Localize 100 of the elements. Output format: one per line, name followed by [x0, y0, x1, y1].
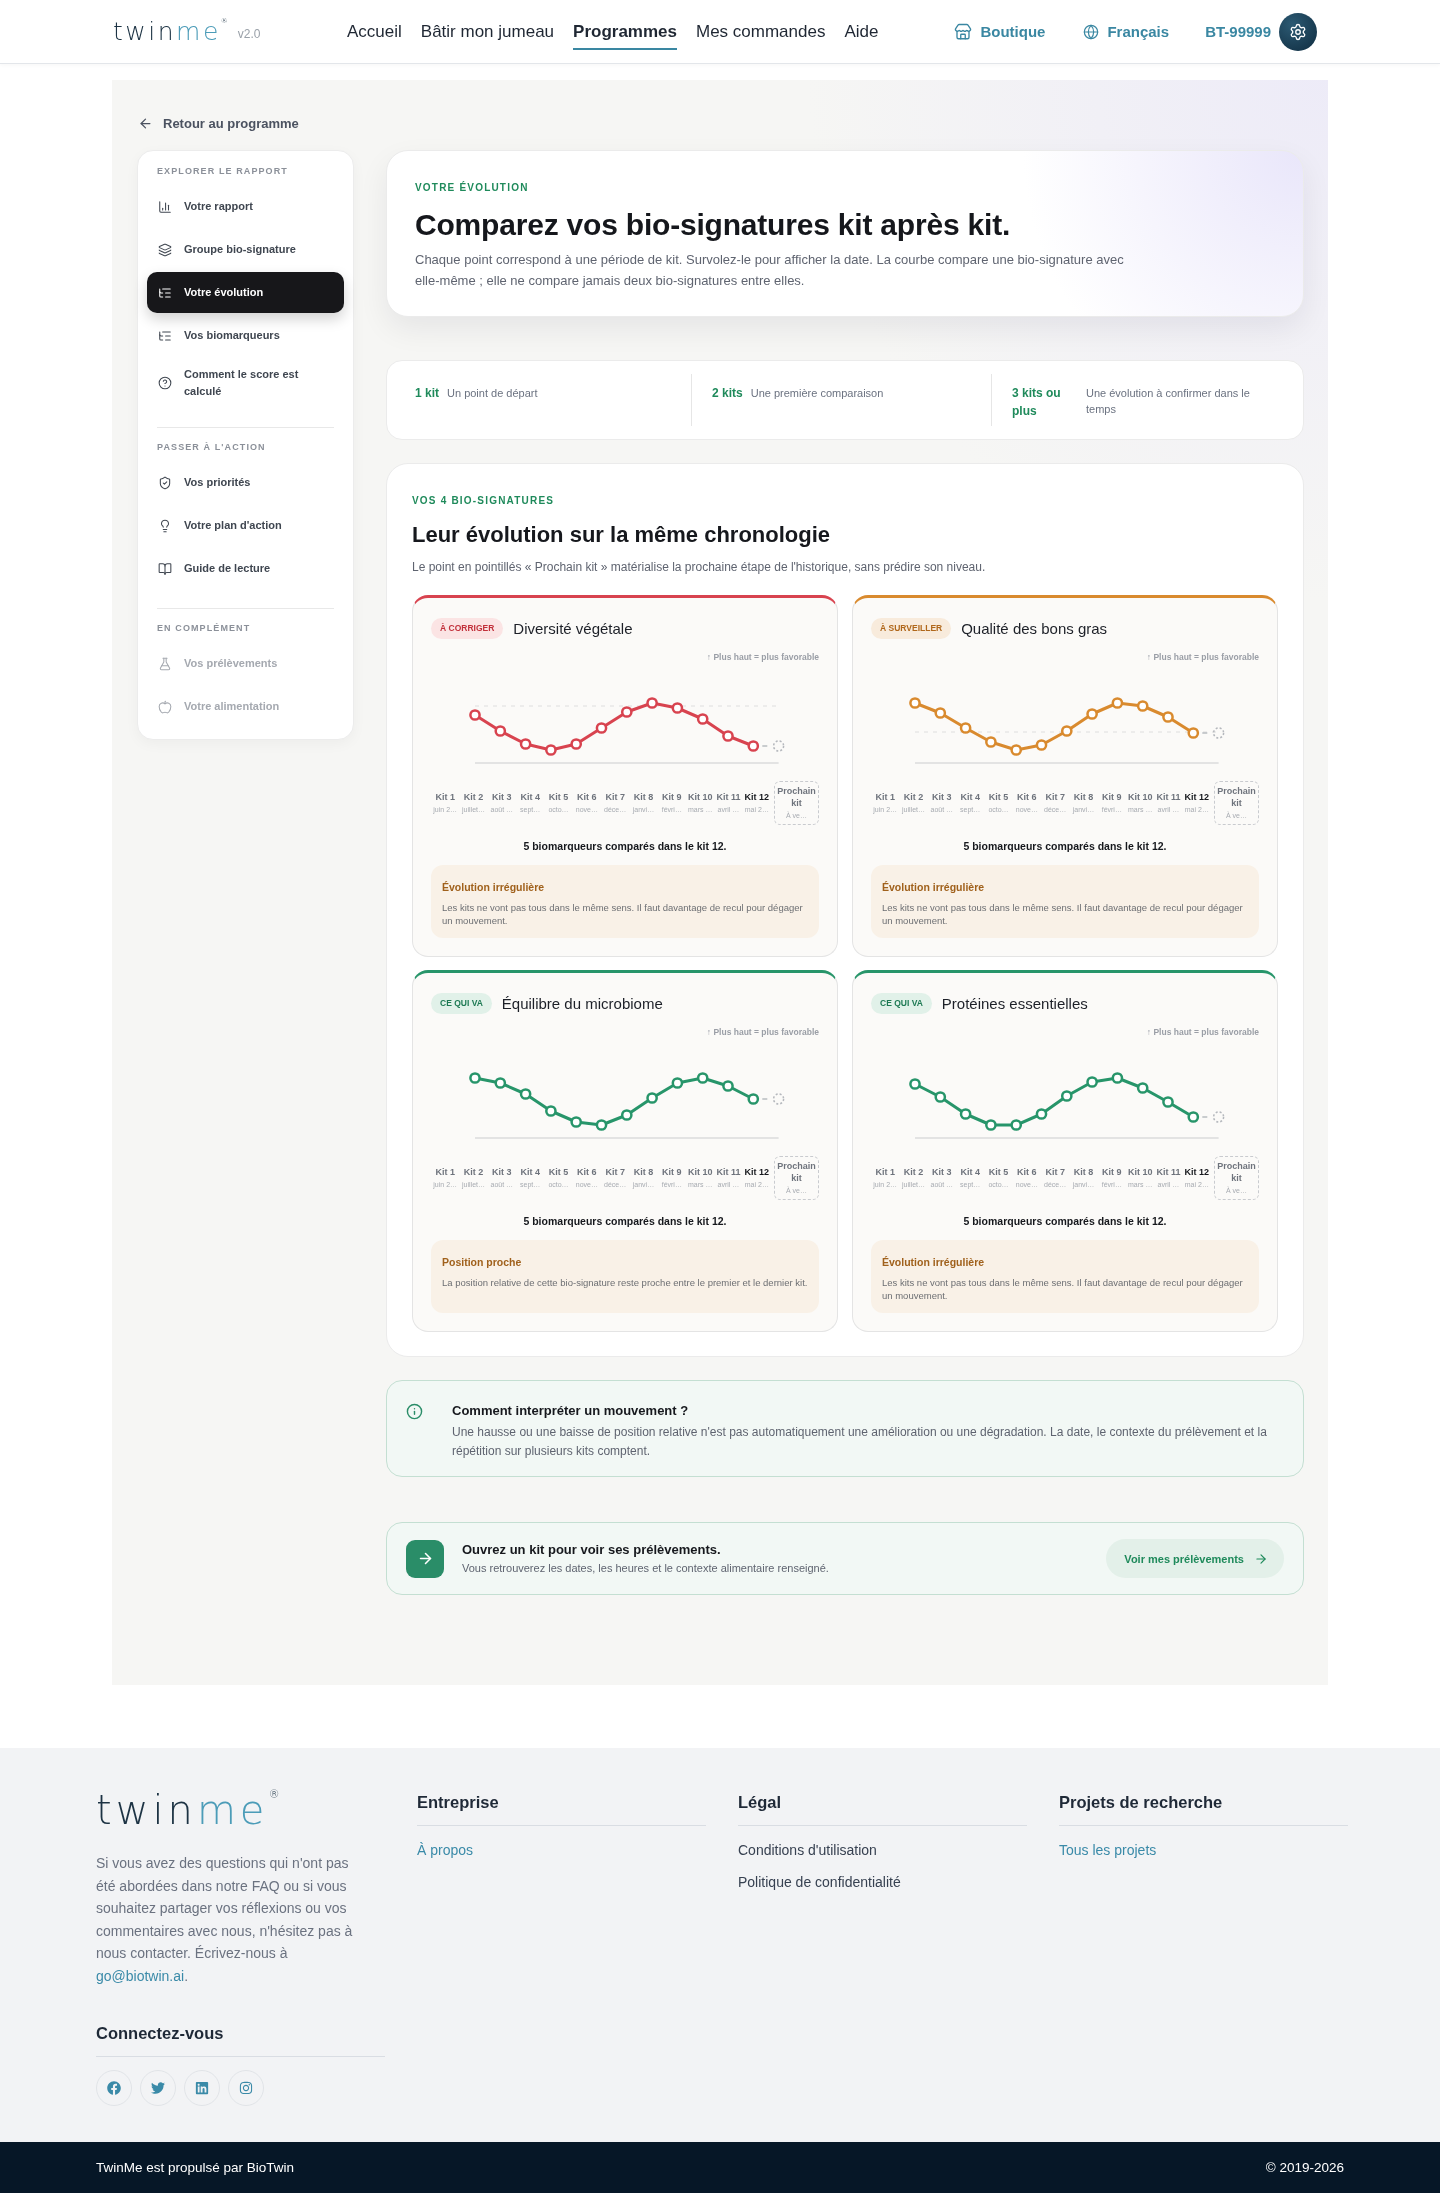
data-point[interactable] — [545, 744, 557, 756]
view-samples-button[interactable]: Voir mes prélèvements — [1106, 1539, 1284, 1578]
data-point[interactable] — [469, 709, 481, 721]
sidebar-item[interactable]: Comment le score est calculé — [147, 358, 344, 408]
data-point[interactable] — [1086, 708, 1098, 720]
data-point[interactable] — [1010, 1119, 1023, 1131]
footer-link[interactable]: Conditions d'utilisation — [738, 1839, 877, 1861]
data-point[interactable] — [1187, 727, 1200, 739]
footer-link[interactable]: Tous les projets — [1059, 1839, 1157, 1861]
note-title: Évolution irrégulière — [882, 880, 986, 894]
data-point[interactable] — [696, 713, 709, 725]
arrow-right-icon — [1254, 1551, 1268, 1566]
sidebar-item[interactable]: Vos priorités — [147, 462, 344, 503]
data-point[interactable] — [1111, 1072, 1124, 1084]
data-point[interactable] — [747, 740, 760, 752]
shield-check-icon — [158, 475, 172, 490]
kit-label: Kit 12 — [744, 1166, 770, 1178]
nav-link[interactable]: Mes commandes — [696, 13, 826, 50]
note-text: Les kits ne vont pas tous dans le même sens. Il faut davantage de recul pour dégager un mouvement. — [882, 1276, 1244, 1302]
data-point[interactable] — [1035, 739, 1048, 751]
nav-link[interactable]: Aide — [844, 13, 879, 50]
footer-heading: Légal — [738, 1790, 1027, 1826]
kit-label: Kit 8 — [1073, 791, 1094, 803]
account-id[interactable]: BT-99999 — [1205, 23, 1271, 40]
data-point[interactable] — [570, 1116, 583, 1128]
footer-link[interactable]: À propos — [417, 1839, 474, 1861]
next-kit-marker — [761, 740, 785, 752]
help-icon — [158, 376, 172, 390]
logo[interactable]: twin me$^{®}$ — [96, 1790, 280, 1830]
data-point[interactable] — [545, 1105, 557, 1117]
twitter-icon — [151, 2080, 165, 2095]
data-point[interactable] — [1060, 725, 1073, 737]
nav-link[interactable]: Bâtir mon jumeau — [420, 13, 555, 50]
language-selector[interactable]: Français — [1083, 23, 1170, 40]
data-point[interactable] — [959, 722, 972, 734]
step-description: Une première comparaison — [750, 386, 884, 401]
data-point[interactable] — [494, 725, 507, 737]
data-point[interactable] — [747, 1093, 760, 1105]
sidebar-item[interactable]: Vos biomarqueurs — [147, 315, 344, 356]
sidebar-item[interactable]: Votre rapport — [147, 186, 344, 227]
signature-title: Protéines essentielles — [941, 994, 1088, 1012]
data-point[interactable] — [909, 697, 921, 709]
data-point[interactable] — [1187, 1111, 1200, 1123]
data-point[interactable] — [646, 1092, 658, 1104]
data-point[interactable] — [469, 1072, 481, 1084]
data-point[interactable] — [909, 1078, 921, 1090]
bar-chart-icon — [158, 199, 172, 214]
data-point[interactable] — [1162, 711, 1174, 723]
kit-label: Kit 6 — [577, 791, 597, 803]
data-point[interactable] — [1010, 744, 1023, 756]
sidebar-item[interactable]: Votre évolution — [147, 272, 344, 313]
nav-link[interactable]: Accueil — [347, 13, 402, 50]
sidebar-item[interactable]: Votre plan d'action — [147, 505, 344, 546]
data-point[interactable] — [671, 1077, 684, 1089]
sidebar-item[interactable]: Groupe bio-signature — [147, 229, 344, 270]
data-point[interactable] — [519, 738, 532, 750]
data-point[interactable] — [620, 1109, 633, 1121]
kit-label: Kit 2 — [903, 791, 924, 803]
data-point[interactable] — [1136, 700, 1149, 712]
data-point[interactable] — [985, 1119, 997, 1131]
layers-icon — [158, 242, 172, 257]
sidebar-item[interactable]: Guide de lecture — [147, 548, 344, 589]
kit-label: Kit 9 — [662, 791, 682, 803]
data-point[interactable] — [620, 706, 633, 718]
data-point[interactable] — [646, 697, 658, 709]
data-point[interactable] — [519, 1088, 532, 1100]
data-point[interactable] — [1111, 697, 1124, 709]
data-point[interactable] — [671, 702, 684, 714]
shop-link[interactable]: Boutique — [954, 22, 1046, 41]
data-point[interactable] — [1035, 1108, 1048, 1120]
page-title: Comparez vos bio-signatures kit après kit. — [415, 207, 1012, 243]
data-point[interactable] — [1136, 1082, 1149, 1094]
data-point[interactable] — [595, 1119, 608, 1131]
note-title: Évolution irrégulière — [442, 880, 546, 894]
data-point[interactable] — [722, 730, 734, 742]
data-point[interactable] — [959, 1108, 972, 1120]
logo[interactable]: twin me$^{®}$ — [113, 19, 228, 44]
data-point[interactable] — [570, 738, 583, 750]
data-point[interactable] — [934, 707, 947, 719]
nav-link[interactable]: Programmes — [573, 13, 677, 50]
footer-heading: Projets de recherche — [1059, 1790, 1348, 1826]
data-point[interactable] — [1162, 1096, 1174, 1108]
data-point[interactable] — [985, 736, 997, 748]
kit-label: Kit 8 — [633, 791, 654, 803]
data-point[interactable] — [494, 1077, 507, 1089]
settings-button[interactable] — [1279, 12, 1317, 51]
kit-label: Kit 8 — [1073, 1166, 1094, 1178]
data-point[interactable] — [595, 722, 608, 734]
note-text: Les kits ne vont pas tous dans le même sens. Il faut davantage de recul pour dégager un mouvement. — [442, 901, 804, 927]
data-point[interactable] — [1060, 1090, 1073, 1102]
back-link[interactable]: Retour au programme — [138, 113, 299, 133]
info-icon — [406, 1403, 423, 1420]
data-point[interactable] — [696, 1072, 709, 1084]
kit-label: Kit 1 — [435, 791, 455, 803]
eyebrow-text: VOTRE ÉVOLUTION — [415, 181, 530, 195]
kit-label: Kit 1 — [435, 1166, 455, 1178]
footer-link[interactable]: Politique de confidentialité — [738, 1871, 901, 1893]
data-point[interactable] — [722, 1080, 734, 1092]
data-point[interactable] — [1086, 1076, 1098, 1088]
data-point[interactable] — [934, 1091, 947, 1103]
